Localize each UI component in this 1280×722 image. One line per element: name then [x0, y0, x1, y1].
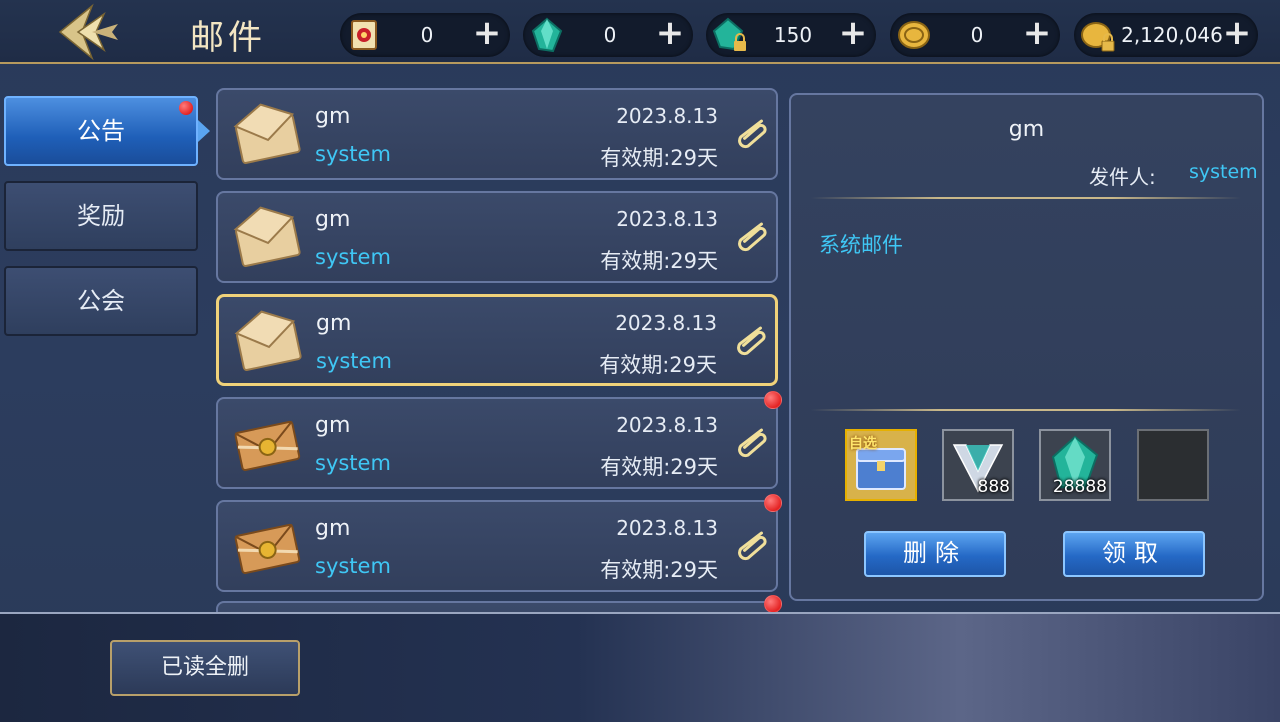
mail-body: 系统邮件: [819, 233, 903, 257]
mail-item[interactable]: gm system 2023.8.13 有效期:29天: [216, 191, 778, 283]
tab-announcement[interactable]: 公告: [4, 96, 198, 166]
mail-date: 2023.8.13: [615, 311, 717, 335]
attachment-clip-icon: [738, 428, 767, 458]
tab-label: 公告: [77, 117, 125, 145]
top-bar: 邮件 0 + 0 + 150 + 0 + 2,120,046 +: [0, 0, 1280, 64]
mail-from: system: [315, 451, 391, 475]
unread-dot: [764, 391, 782, 409]
green-gem-icon: [531, 17, 563, 53]
reward-item-empty: [1137, 429, 1209, 501]
active-tab-pointer: [198, 120, 210, 142]
mail-date: 2023.8.13: [616, 104, 718, 128]
reward-item-emblem[interactable]: 888: [942, 429, 1014, 501]
mail-expire: 有效期:29天: [599, 353, 717, 377]
mail-sender: gm: [315, 207, 351, 232]
add-button[interactable]: +: [838, 16, 868, 50]
sender-label: 发件人:: [1089, 165, 1156, 189]
mail-expire: 有效期:29天: [600, 146, 718, 170]
mail-item[interactable]: gm system 2023.8.13 有效期:29天: [216, 494, 782, 592]
mail-from: system: [315, 554, 391, 578]
resource-coin: 0 +: [890, 13, 1060, 57]
resource-value: 150: [773, 23, 813, 47]
reward-item-chest[interactable]: 自选: [845, 429, 917, 501]
page-title: 邮件: [190, 18, 266, 58]
resource-locked-gem: 150 +: [706, 13, 876, 57]
resource-value: 0: [603, 23, 617, 47]
mail-detail-panel: gm 发件人: system 系统邮件 自选 888 28888 删除 领取: [789, 93, 1264, 601]
add-button[interactable]: +: [1022, 16, 1052, 50]
mail-sender: gm: [315, 104, 351, 129]
mail-item[interactable]: gm system 2023.8.13 有效期:29天: [216, 88, 778, 180]
mail-date: 2023.8.13: [616, 207, 718, 231]
attachment-clip-icon: [738, 531, 767, 561]
mail-item[interactable]: gm system 2023.8.13 有效期:29天: [216, 294, 778, 386]
add-button[interactable]: +: [655, 16, 685, 50]
mail-from: system: [315, 142, 391, 166]
envelope-icon: [233, 206, 301, 267]
claim-button[interactable]: 领取: [1063, 531, 1205, 577]
resource-locked-coin: 2,120,046 +: [1074, 13, 1258, 57]
item-count: 888: [977, 477, 1010, 497]
attachment-clip-icon: [737, 326, 766, 356]
mail-sender: gm: [315, 516, 351, 541]
mail-sender: gm: [316, 311, 352, 336]
notification-dot: [179, 101, 193, 115]
mail-sender: gm: [315, 413, 351, 438]
tab-guild[interactable]: 公会: [4, 266, 198, 336]
resource-value: 2,120,046: [1121, 23, 1223, 47]
scroll-icon: [351, 20, 377, 50]
add-button[interactable]: +: [472, 16, 502, 50]
back-arrow-icon: [58, 3, 118, 61]
mail-date: 2023.8.13: [616, 413, 718, 437]
mail-from: system: [316, 349, 392, 373]
envelope-icon: [233, 103, 301, 164]
locked-coin-icon: [1081, 22, 1115, 52]
attachment-clip-icon: [738, 222, 767, 252]
reward-item-gem[interactable]: 28888: [1039, 429, 1111, 501]
mail-date: 2023.8.13: [616, 516, 718, 540]
item-count: 28888: [1052, 477, 1107, 497]
add-button[interactable]: +: [1222, 16, 1252, 50]
empty-slot-icon: [1139, 431, 1207, 499]
resource-value: 0: [420, 23, 434, 47]
tab-label: 公会: [77, 287, 125, 315]
unread-dot: [764, 595, 782, 612]
tab-rewards[interactable]: 奖励: [4, 181, 198, 251]
tab-label: 奖励: [77, 202, 125, 230]
mail-expire: 有效期:29天: [600, 249, 718, 273]
sender-value: system: [1189, 161, 1258, 183]
mail-list[interactable]: gm system 2023.8.13 有效期:29天 gm system 2023.8.1…: [210, 86, 795, 612]
item-tag: 自选: [849, 436, 877, 452]
attachment-clip-icon: [738, 119, 767, 149]
resource-value: 0: [970, 23, 984, 47]
locked-gem-icon: [712, 17, 746, 51]
gold-coin-icon: [898, 21, 930, 49]
mail-expire: 有效期:29天: [600, 558, 718, 582]
resource-gem: 0 +: [523, 13, 693, 57]
sealed-envelope-icon: [234, 523, 301, 575]
mail-detail-title: gm: [1008, 117, 1045, 142]
mail-item[interactable]: gm system 2023.8.13 有效期:29天: [216, 391, 782, 489]
mail-expire: 有效期:29天: [600, 455, 718, 479]
delete-button[interactable]: 删除: [864, 531, 1006, 577]
unread-dot: [764, 494, 782, 512]
back-button[interactable]: [52, 2, 124, 62]
mail-item-partial[interactable]: [216, 595, 782, 612]
divider: [811, 197, 1241, 199]
resource-scroll: 0 +: [340, 13, 510, 57]
divider: [811, 409, 1241, 411]
mail-from: system: [315, 245, 391, 269]
sealed-envelope-icon: [234, 420, 301, 472]
delete-all-read-button[interactable]: 已读全删: [110, 640, 300, 696]
envelope-icon: [234, 310, 302, 371]
